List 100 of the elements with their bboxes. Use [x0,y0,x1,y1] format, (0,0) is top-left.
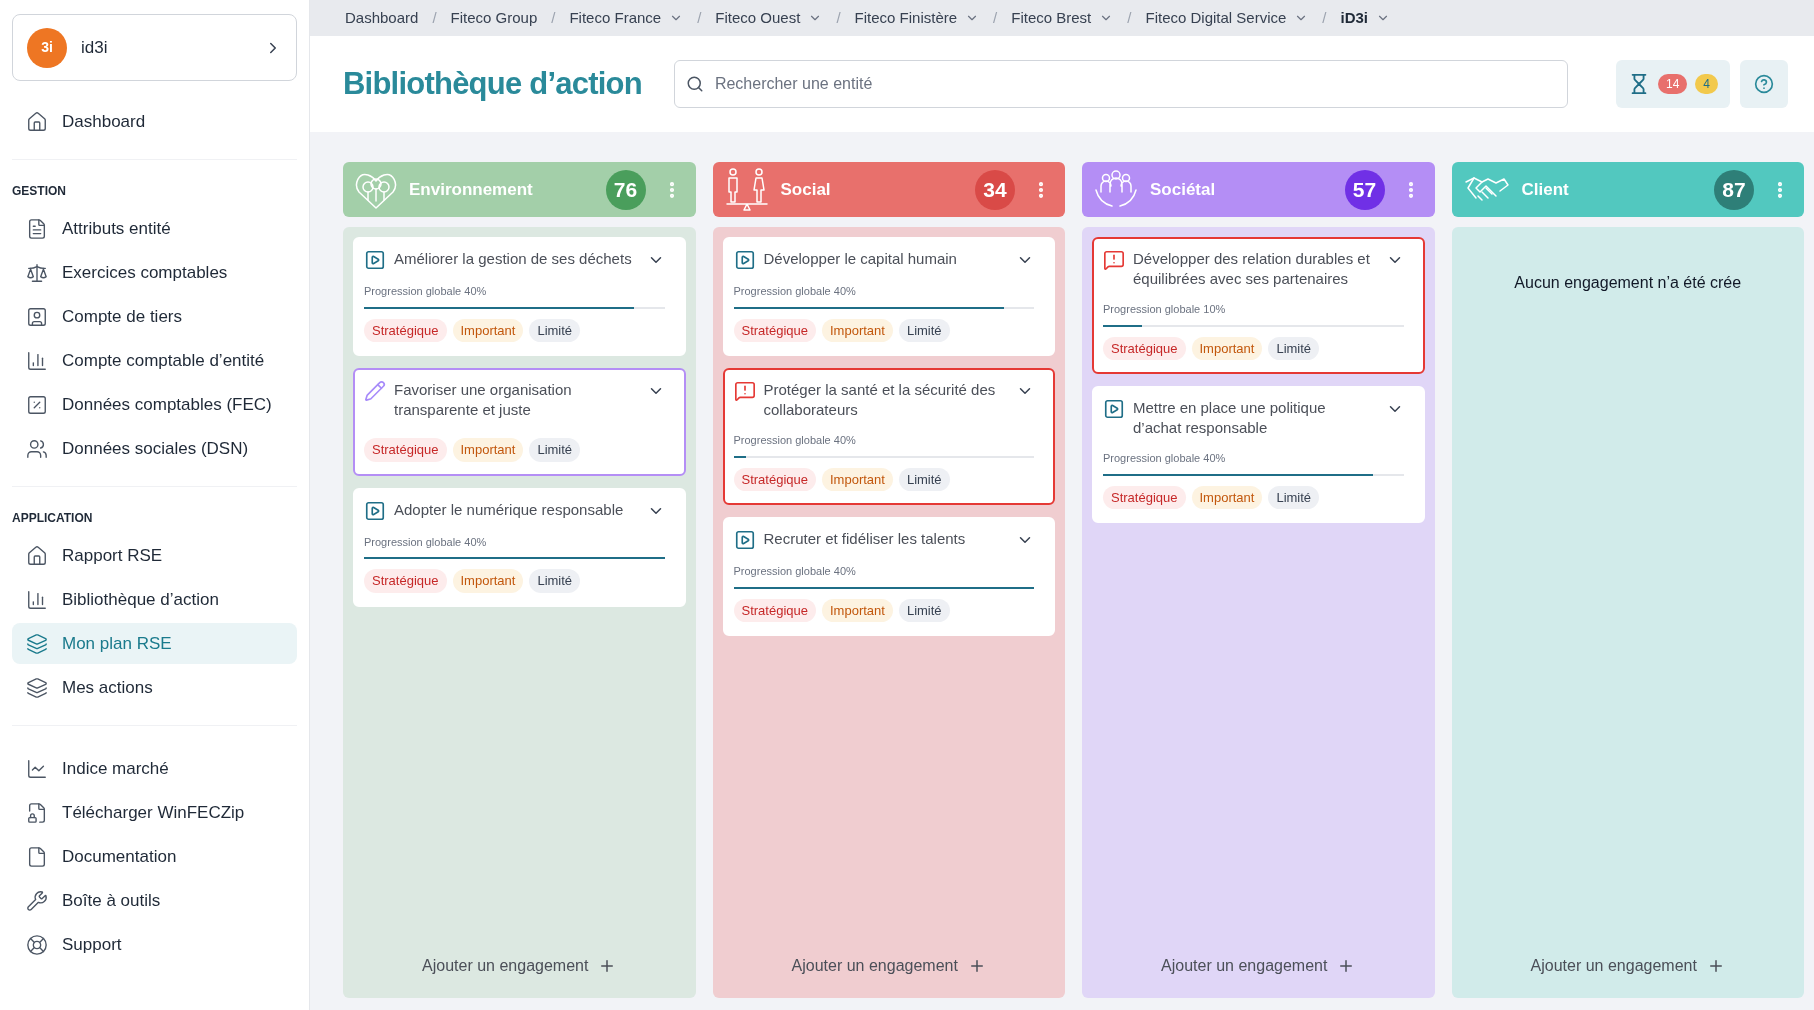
sidebar-item[interactable]: Indice marché [12,748,297,789]
page-title: Bibliothèque d’action [343,64,642,103]
breadcrumb-separator: / [697,7,702,28]
add-engagement-button[interactable]: Ajouter un engagement [422,954,617,978]
sidebar-item[interactable]: Attributs entité [12,208,297,249]
percent-icon [26,393,48,416]
document-icon [26,217,48,240]
sidebar-item[interactable]: Exercices comptables [12,252,297,293]
bar-chart-icon [26,588,48,611]
breadcrumb-separator: / [1127,7,1132,28]
section-title: GESTION [12,183,67,200]
engagement-card[interactable]: Adopter le numérique responsable Progression globale 40% Stratégique Important Limité [353,487,686,607]
sidebar-item[interactable]: Support [12,924,297,965]
layers-icon [26,632,48,655]
engagement-card[interactable]: Améliorer la gestion de ses déchets Progression globale 40% Stratégique Important Limité [353,237,686,356]
sidebar-item[interactable]: Données sociales (DSN) [12,428,297,469]
count-badge: 14 [1657,74,1688,94]
add-engagement-button[interactable]: Ajouter un engagement [1530,954,1725,978]
progress-label: Progression globale 40% [733,564,857,579]
organization-name: id3i [81,36,109,59]
empty-message: Aucun engagement n’a été crée [1513,273,1743,293]
engagement-card[interactable]: Protéger la santé et la sécurité des collaborateurs Progression globale 40% Stratégique Important Limité [722,368,1055,505]
search-field[interactable]: Rechercher une entité [673,60,1568,108]
organization-switcher[interactable]: 3i id3i [12,14,297,81]
column-title: Client [1521,178,1570,201]
engagement-title: Améliorer la gestion de ses déchets [394,249,633,269]
count-badge: 4 [1695,74,1718,94]
progress-label: Progression globale 40% [733,284,857,299]
breadcrumb-item[interactable]: Fiteco Brest [1011,6,1114,30]
add-engagement-button[interactable]: Ajouter un engagement [791,954,986,978]
progress-label: Progression globale 40% [364,534,488,550]
play-icon [733,529,756,551]
play-icon [1103,398,1125,420]
breadcrumb-item[interactable]: Fiteco Digital Service [1145,6,1309,30]
sidebar-item[interactable]: Documentation [12,836,297,877]
engagement-card[interactable]: Développer le capital humain Progression globale 40% Stratégique Important Limité [722,237,1055,356]
alert-icon [1103,249,1125,271]
engagement-title: Adopter le numérique responsable [394,499,625,520]
breadcrumb-separator: / [432,7,437,28]
home-icon [26,544,48,567]
alert-icon [733,380,756,402]
tag: Limité [529,569,581,593]
pencil-icon [364,380,386,402]
engagement-title: Développer le capital humain [763,249,958,269]
community-hands-icon [1094,169,1138,210]
tag: Stratégique [364,318,447,342]
play-icon [364,249,386,271]
tag: Stratégique [1103,336,1186,360]
tag: Limité [898,318,950,342]
user-card-icon [26,305,48,328]
sidebar-item[interactable]: Compte de tiers [12,296,297,337]
breadcrumb-item[interactable]: iD3i [1340,6,1391,30]
tag: Limité [529,318,581,342]
tag: Limité [529,438,581,462]
breadcrumb-separator: / [551,7,556,28]
breadcrumb-item[interactable]: Fiteco Ouest [715,6,823,30]
bar-chart-icon [26,349,48,372]
tag: Limité [898,467,950,491]
breadcrumb-item[interactable]: Dashboard [345,6,419,30]
tag: Stratégique [1103,485,1186,509]
engagement-card[interactable]: Développer des relation durables et équilibrées avec ses partenaires Progression globale 10% Stratégique Important Limité [1092,237,1425,374]
breadcrumb-separator: / [993,7,998,28]
help-button[interactable] [1740,60,1788,108]
help-icon [1754,74,1774,94]
tag: Important [822,318,893,342]
sidebar-item[interactable]: Télécharger WinFECZip [12,792,297,833]
tag: Important [822,598,893,622]
engagement-card[interactable]: Favoriser une organisation transparente et juste Stratégique Important Limité [353,368,686,476]
sidebar-item[interactable]: Mon plan RSE [12,623,297,664]
tag: Important [1191,336,1263,360]
sidebar-item[interactable]: Bibliothèque d’action [12,579,297,620]
breadcrumb-item[interactable]: Fiteco France [569,6,684,30]
sidebar-item[interactable]: Rapport RSE [12,535,297,576]
engagement-title: Recruter et fidéliser les talents [763,529,967,549]
sidebar-item[interactable]: Mes actions [12,667,297,708]
sidebar-item[interactable]: Données comptables (FEC) [12,384,297,425]
tag: Important [822,467,893,491]
count-badge: 57 [1344,169,1385,210]
sidebar-item[interactable]: Dashboard [12,101,297,142]
tag: Stratégique [733,598,816,622]
sidebar-item[interactable]: Compte comptable d’entité [12,340,297,381]
breadcrumb-separator: / [836,7,841,28]
engagement-title: Favoriser une organisation transparente et juste [394,380,573,420]
search-icon [685,75,704,93]
engagement-card[interactable]: Mettre en place une politique d’achat responsable Progression globale 40% Stratégique Important Limité [1092,386,1425,523]
people-balance-icon [724,167,769,212]
add-engagement-button[interactable]: Ajouter un engagement [1161,954,1356,978]
breadcrumb-item[interactable]: Fiteco Group [450,6,538,30]
count-badge: 34 [975,169,1015,210]
sidebar-item[interactable]: Boîte à outils [12,880,297,921]
column-title: Social [780,178,832,201]
progress-label: Progression globale 40% [1103,451,1227,466]
breadcrumb-item[interactable]: Fiteco Finistère [854,6,980,30]
pending-button[interactable]: 14 4 [1615,60,1730,108]
tag: Stratégique [364,569,447,593]
users-icon [26,437,48,460]
document-lock-icon [26,801,48,824]
scale-icon [26,261,48,284]
progress-label: Progression globale 40% [733,433,857,448]
engagement-card[interactable]: Recruter et fidéliser les talents Progression globale 40% Stratégique Important Limité [722,517,1055,636]
